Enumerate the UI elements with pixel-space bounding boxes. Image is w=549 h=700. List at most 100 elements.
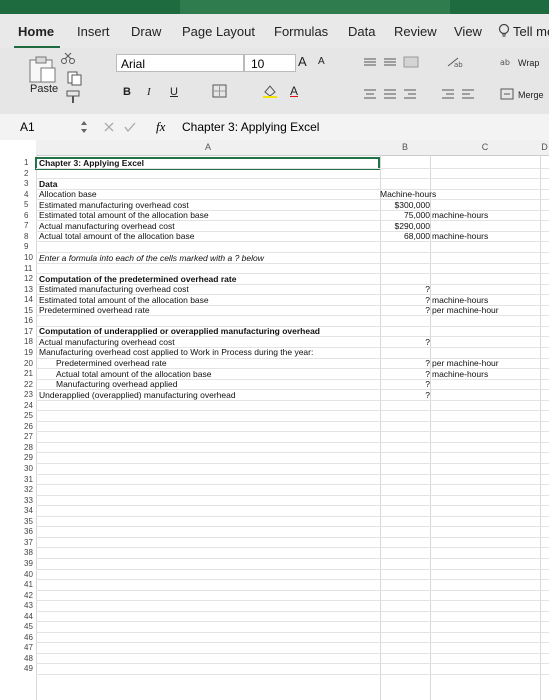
wrap-text-label[interactable]: Wrap — [518, 58, 539, 68]
row-header[interactable]: 46 — [0, 633, 36, 644]
column-header-d[interactable]: D — [540, 140, 549, 156]
cell-b[interactable]: Machine-hours — [380, 189, 436, 199]
format-painter-icon[interactable] — [66, 90, 84, 104]
row-header[interactable]: 26 — [0, 422, 36, 433]
cell-a[interactable]: Predetermined overhead rate — [39, 305, 150, 315]
spreadsheet-grid[interactable]: A B C D 1 Chapter 3: Applying Excel 2 3 Data… — [0, 140, 549, 700]
row-header[interactable]: 3 — [0, 179, 36, 190]
cell-a[interactable]: Manufacturing overhead applied — [56, 379, 177, 389]
indent-icons[interactable] — [440, 88, 480, 100]
row-header[interactable]: 2 — [0, 169, 36, 180]
cell-a[interactable]: Actual manufacturing overhead cost — [39, 337, 175, 347]
cell-a[interactable]: Estimated manufacturing overhead cost — [39, 284, 189, 294]
row-header[interactable]: 34 — [0, 506, 36, 517]
row-header[interactable]: 17 — [0, 327, 36, 338]
cell-b[interactable]: ? — [380, 390, 430, 400]
row-header[interactable]: 5 — [0, 200, 36, 211]
cell-b[interactable]: ? — [380, 284, 430, 294]
cell-c[interactable]: per machine-hour — [432, 305, 499, 315]
row-header[interactable]: 39 — [0, 559, 36, 570]
cell-a[interactable]: Computation of underapplied or overappli… — [39, 326, 320, 336]
row-header[interactable]: 21 — [0, 369, 36, 380]
cell-c[interactable]: machine-hours — [432, 210, 488, 220]
tab-page-layout[interactable]: Page Layout — [182, 24, 255, 39]
align-horizontal-icons[interactable] — [362, 88, 422, 100]
cell-b[interactable]: 75,000 — [380, 210, 430, 220]
row-header[interactable]: 1 — [0, 158, 36, 169]
cell-c[interactable]: machine-hours — [432, 295, 488, 305]
fill-color-icon[interactable] — [262, 84, 278, 98]
row-header[interactable]: 25 — [0, 411, 36, 422]
bold-button[interactable]: B — [123, 86, 131, 98]
cell-a[interactable]: Predetermined overhead rate — [56, 358, 167, 368]
row-header[interactable]: 15 — [0, 306, 36, 317]
row-header[interactable]: 41 — [0, 580, 36, 591]
row-header[interactable]: 36 — [0, 527, 36, 538]
row-header[interactable]: 40 — [0, 570, 36, 581]
row-header[interactable]: 30 — [0, 464, 36, 475]
column-header-c[interactable]: C — [430, 140, 540, 156]
row-header[interactable]: 7 — [0, 221, 36, 232]
cell-a[interactable]: Enter a formula into each of the cells m… — [39, 253, 264, 263]
cell-b[interactable]: ? — [380, 369, 430, 379]
column-header-a[interactable]: A — [36, 140, 380, 156]
paste-icon[interactable] — [26, 56, 60, 84]
font-size-select[interactable]: 10 — [244, 54, 296, 72]
cell-a[interactable]: Estimated manufacturing overhead cost — [39, 200, 189, 210]
row-header[interactable]: 16 — [0, 316, 36, 327]
row-header[interactable]: 13 — [0, 285, 36, 296]
underline-button[interactable]: U — [170, 86, 178, 98]
row-header[interactable]: 27 — [0, 432, 36, 443]
italic-button[interactable]: I — [147, 86, 151, 98]
wrap-text-icon[interactable]: ab — [500, 56, 514, 68]
cell-a[interactable]: Data — [39, 179, 57, 189]
cell-a[interactable]: Estimated total amount of the allocation… — [39, 295, 209, 305]
row-header[interactable]: 44 — [0, 612, 36, 623]
row-header[interactable]: 9 — [0, 242, 36, 253]
shrink-font-button[interactable]: A — [318, 56, 325, 67]
cell-b[interactable]: $300,000 — [380, 200, 430, 210]
row-header[interactable]: 10 — [0, 253, 36, 264]
cell-b[interactable]: ? — [380, 295, 430, 305]
tab-insert[interactable]: Insert — [77, 24, 110, 39]
borders-icon[interactable] — [212, 84, 228, 98]
row-header[interactable]: 32 — [0, 485, 36, 496]
merge-icon[interactable] — [500, 88, 514, 100]
row-header[interactable]: 31 — [0, 475, 36, 486]
cell-a[interactable]: Estimated total amount of the allocation… — [39, 210, 209, 220]
copy-icon[interactable] — [66, 70, 84, 86]
name-box-stepper-icon[interactable] — [80, 120, 88, 134]
cell-b[interactable]: ? — [380, 337, 430, 347]
cut-icon[interactable] — [60, 52, 76, 64]
row-header[interactable]: 48 — [0, 654, 36, 665]
row-header[interactable]: 47 — [0, 643, 36, 654]
tab-review[interactable]: Review — [394, 24, 437, 39]
cell-b[interactable]: ? — [380, 379, 430, 389]
grow-font-button[interactable]: A — [298, 54, 307, 69]
row-header[interactable]: 11 — [0, 264, 36, 275]
row-header[interactable]: 12 — [0, 274, 36, 285]
font-name-select[interactable]: Arial — [116, 54, 244, 72]
row-header[interactable]: 23 — [0, 390, 36, 401]
cell-b[interactable]: 68,000 — [380, 231, 430, 241]
cell-a[interactable]: Underapplied (overapplied) manufacturing… — [39, 390, 236, 400]
cell-c[interactable]: machine-hours — [432, 369, 488, 379]
cancel-icon[interactable] — [104, 122, 114, 132]
cell-a[interactable]: Allocation base — [39, 189, 97, 199]
tab-formulas[interactable]: Formulas — [274, 24, 328, 39]
fx-button[interactable]: fx — [156, 119, 165, 135]
cell-a[interactable]: Actual total amount of the allocation ba… — [56, 369, 211, 379]
cell-a[interactable]: Actual total amount of the allocation ba… — [39, 231, 194, 241]
row-header[interactable]: 49 — [0, 664, 36, 675]
cell-a[interactable]: Computation of the predetermined overhea… — [39, 274, 236, 284]
cell-b[interactable]: ? — [380, 305, 430, 315]
row-header[interactable]: 38 — [0, 548, 36, 559]
tell-me-search[interactable]: Tell me — [513, 24, 549, 39]
cell-a[interactable]: Chapter 3: Applying Excel — [39, 158, 144, 168]
enter-icon[interactable] — [124, 122, 136, 132]
orientation-icon[interactable]: ab — [446, 56, 464, 68]
row-header[interactable]: 33 — [0, 496, 36, 507]
cell-b[interactable]: $290,000 — [380, 221, 430, 231]
cell-a[interactable]: Actual manufacturing overhead cost — [39, 221, 175, 231]
row-header[interactable]: 28 — [0, 443, 36, 454]
